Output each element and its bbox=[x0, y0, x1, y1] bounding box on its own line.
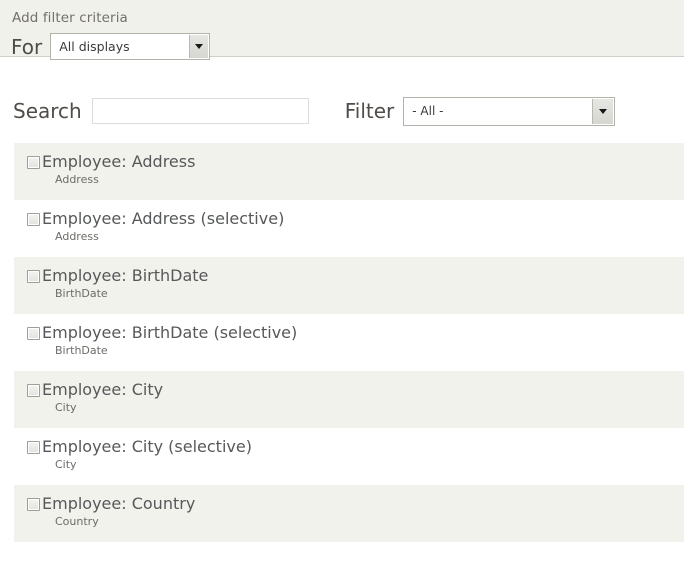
for-display-row: For All displays bbox=[0, 33, 684, 60]
search-input[interactable] bbox=[91, 98, 309, 124]
chevron-down-icon bbox=[195, 44, 204, 49]
display-select-button[interactable] bbox=[189, 35, 209, 58]
criteria-row[interactable]: Employee: City (selective) City bbox=[14, 428, 684, 485]
search-filter-controls: Search Filter - All - bbox=[0, 95, 684, 127]
filter-select-button[interactable] bbox=[592, 98, 614, 124]
criteria-description: Address bbox=[55, 173, 99, 186]
criteria-title: Employee: Address bbox=[42, 152, 196, 171]
criteria-row-main: Employee: BirthDate (selective) bbox=[14, 323, 684, 343]
criteria-checkbox[interactable] bbox=[27, 384, 40, 397]
criteria-checkbox[interactable] bbox=[27, 498, 40, 511]
criteria-description: BirthDate bbox=[55, 344, 108, 357]
search-label: Search bbox=[13, 99, 82, 123]
criteria-checkbox[interactable] bbox=[27, 213, 40, 226]
for-label: For bbox=[11, 34, 43, 59]
criteria-title: Employee: City (selective) bbox=[42, 437, 252, 456]
criteria-title: Employee: BirthDate bbox=[42, 266, 209, 285]
criteria-description: City bbox=[55, 401, 77, 414]
criteria-checkbox[interactable] bbox=[27, 327, 40, 340]
filter-select-value: - All - bbox=[412, 103, 444, 118]
filter-label: Filter bbox=[344, 99, 395, 123]
criteria-row[interactable]: Employee: City City bbox=[14, 371, 684, 428]
criteria-row-main: Employee: Address bbox=[14, 152, 684, 172]
criteria-title: Employee: Address (selective) bbox=[42, 209, 285, 228]
add-filter-criteria-header: Add filter criteria For All displays bbox=[0, 0, 684, 60]
chevron-down-icon bbox=[599, 108, 608, 114]
criteria-row[interactable]: Employee: BirthDate (selective) BirthDate bbox=[14, 314, 684, 371]
criteria-row-main: Employee: Address (selective) bbox=[14, 209, 684, 229]
criteria-description: BirthDate bbox=[55, 287, 108, 300]
criteria-row-main: Employee: City (selective) bbox=[14, 437, 684, 457]
criteria-title: Employee: Country bbox=[42, 494, 196, 513]
page-title: Add filter criteria bbox=[12, 10, 128, 26]
display-select[interactable]: All displays bbox=[50, 33, 211, 60]
display-select-value: All displays bbox=[59, 39, 130, 54]
criteria-title: Employee: City bbox=[42, 380, 164, 399]
criteria-title: Employee: BirthDate (selective) bbox=[42, 323, 298, 342]
filter-group: Filter - All - bbox=[344, 96, 616, 126]
criteria-row-main: Employee: BirthDate bbox=[14, 266, 684, 286]
criteria-description: City bbox=[55, 458, 77, 471]
filter-select[interactable]: - All - bbox=[403, 96, 616, 126]
criteria-checkbox[interactable] bbox=[27, 156, 40, 169]
criteria-list: Employee: Address Address Employee: Addres… bbox=[0, 143, 684, 542]
criteria-row[interactable]: Employee: Address Address bbox=[14, 143, 684, 200]
criteria-row[interactable]: Employee: Address (selective) Address bbox=[14, 200, 684, 257]
criteria-row-main: Employee: City bbox=[14, 380, 684, 400]
criteria-checkbox[interactable] bbox=[27, 441, 40, 454]
criteria-row[interactable]: Employee: Country Country bbox=[14, 485, 684, 542]
criteria-description: Country bbox=[55, 515, 99, 528]
criteria-checkbox[interactable] bbox=[27, 270, 40, 283]
criteria-description: Address bbox=[55, 230, 99, 243]
criteria-row[interactable]: Employee: BirthDate BirthDate bbox=[14, 257, 684, 314]
criteria-row-main: Employee: Country bbox=[14, 494, 684, 514]
